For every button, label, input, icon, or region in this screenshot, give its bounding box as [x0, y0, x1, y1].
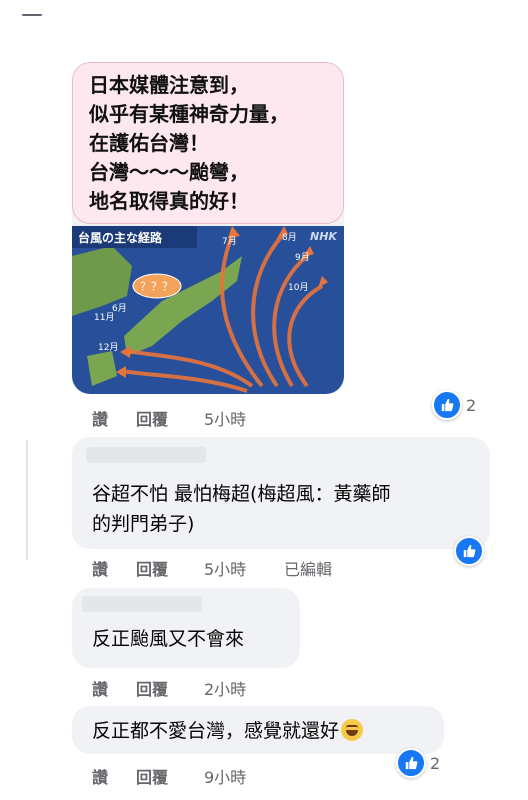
reaction-summary[interactable]: 2 — [432, 390, 476, 420]
month-label: 9月 — [295, 252, 310, 263]
reply-button[interactable]: 回覆 — [136, 764, 168, 788]
map-source: NHK — [310, 230, 338, 243]
edited-label[interactable]: 已編輯 — [284, 556, 332, 580]
grinning-sweat-emoji — [341, 719, 364, 741]
comment-text: 反正颱風又不會來 — [92, 628, 245, 650]
comment-text: 反正都不愛台灣，感覺就還好 — [92, 716, 442, 746]
comment-bubble: 谷超不怕 最怕梅超(梅超風：黃藥師 的判門弟子) — [72, 437, 490, 549]
reaction-summary[interactable]: 2 — [396, 748, 440, 778]
comment-text-content: 反正都不愛台灣，感覺就還好 — [92, 720, 340, 742]
thumbs-up-icon — [396, 748, 426, 778]
reaction-count: 2 — [466, 395, 477, 415]
comment-timestamp[interactable]: 9小時 — [204, 764, 246, 788]
comment-timestamp[interactable]: 2小時 — [204, 676, 246, 700]
like-button[interactable]: 讚 — [92, 676, 108, 700]
like-button[interactable]: 讚 — [92, 406, 108, 430]
typhoon-map-image: 台風の主な経路 NHK ？？？ 6月 7月 8月 9月 10月 11月 12月 — [72, 226, 344, 394]
like-button[interactable]: 讚 — [92, 764, 108, 788]
reply-button[interactable]: 回覆 — [136, 556, 168, 580]
reaction-summary[interactable] — [454, 536, 484, 566]
comment-timestamp[interactable]: 5小時 — [204, 406, 246, 430]
author-name-redacted — [82, 596, 202, 612]
reaction-count: 2 — [430, 753, 441, 773]
map-question: ？？？ — [140, 280, 173, 293]
reply-button[interactable]: 回覆 — [136, 676, 168, 700]
author-name-redacted — [86, 447, 206, 463]
comment-bubble: 反正都不愛台灣，感覺就還好 — [72, 706, 444, 754]
thread-line — [26, 440, 28, 560]
comment-text: 谷超不怕 最怕梅超(梅超風：黃藥師 的判門弟子) — [92, 483, 391, 535]
month-label: 12月 — [98, 342, 118, 353]
month-label: 8月 — [282, 232, 297, 243]
month-label: 10月 — [288, 282, 308, 293]
comment-bubble: 反正颱風又不會來 — [72, 588, 300, 668]
image-caption-text: 日本媒體注意到， 似乎有某種神奇力量， 在護佑台灣！ 台灣～～～颱彎， 地名取得… — [89, 73, 289, 213]
like-button[interactable]: 讚 — [92, 556, 108, 580]
map-title: 台風の主な経路 — [78, 230, 163, 245]
reply-button[interactable]: 回覆 — [136, 406, 168, 430]
thumbs-up-icon — [454, 536, 484, 566]
comment-timestamp[interactable]: 5小時 — [204, 556, 246, 580]
month-label: 11月 — [94, 312, 114, 323]
thread-line-top — [22, 14, 42, 16]
thumbs-up-icon — [432, 390, 462, 420]
image-text-bubble: 日本媒體注意到， 似乎有某種神奇力量， 在護佑台灣！ 台灣～～～颱彎， 地名取得… — [72, 62, 344, 224]
month-label: 7月 — [222, 236, 237, 247]
comment-image[interactable]: 日本媒體注意到， 似乎有某種神奇力量， 在護佑台灣！ 台灣～～～颱彎， 地名取得… — [72, 62, 344, 394]
